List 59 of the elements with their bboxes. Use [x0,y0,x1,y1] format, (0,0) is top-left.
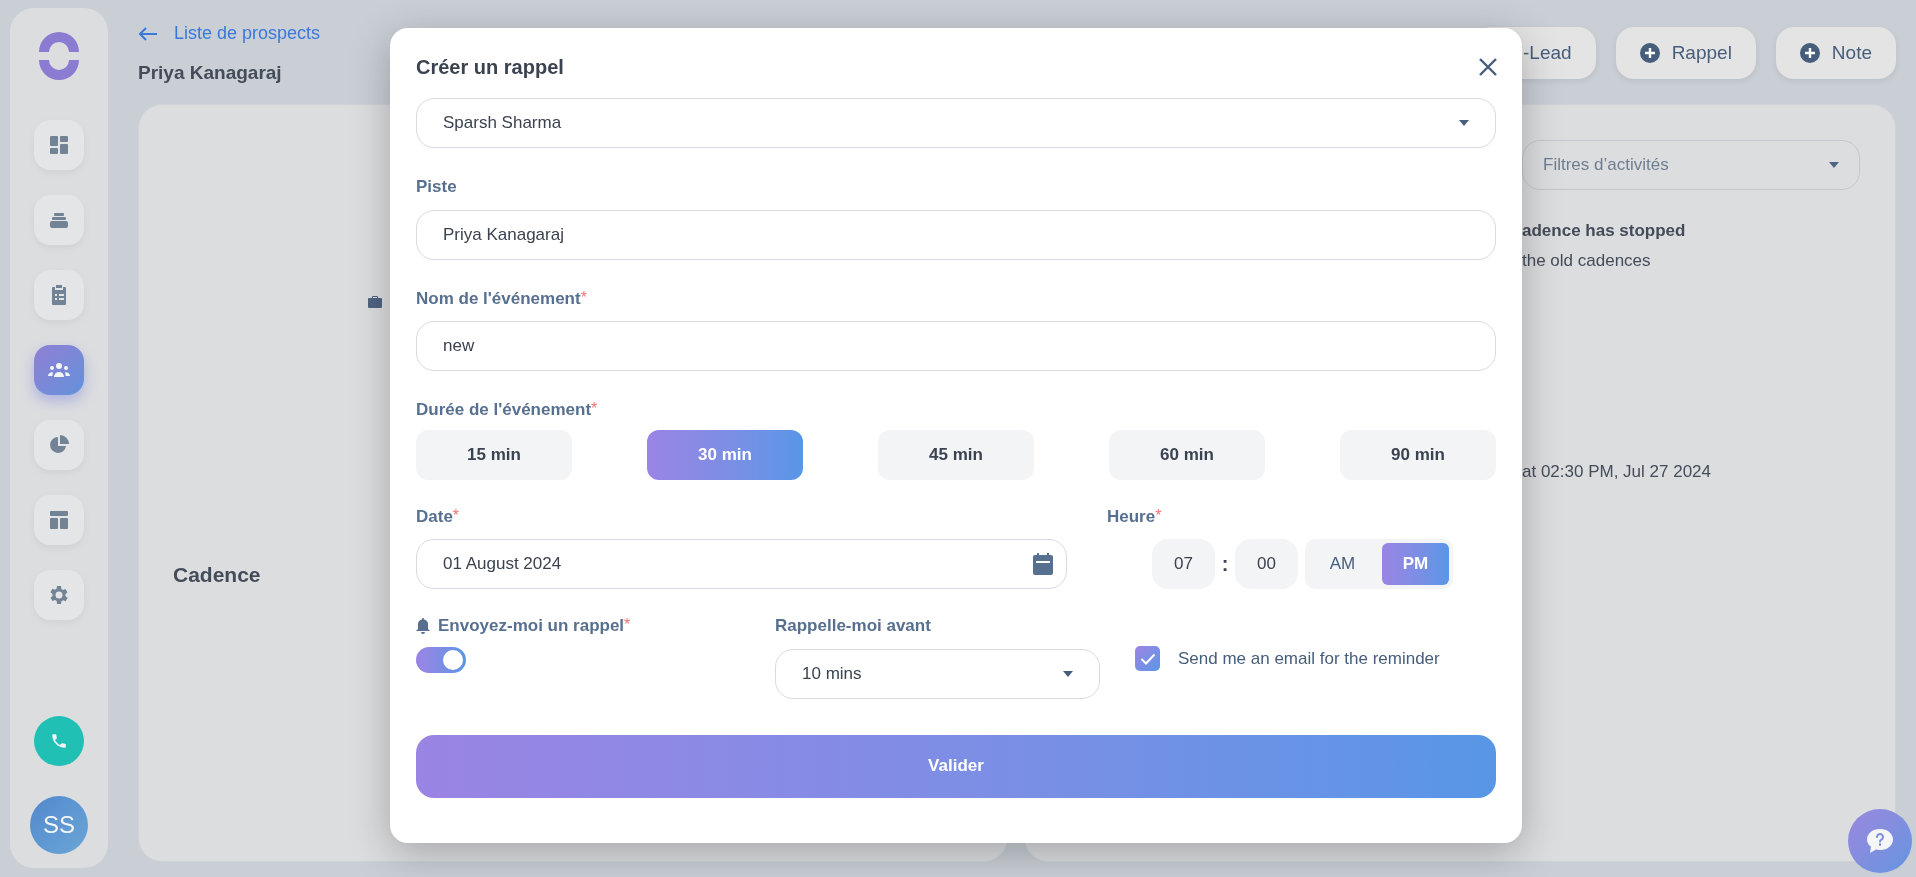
dialog-title: Créer un rappel [416,55,564,80]
checkbox-label: Send me an email for the reminder [1178,648,1440,670]
back-arrow-icon [138,26,158,41]
duration-option[interactable]: 90 min [1340,429,1496,480]
nav-icon [47,133,71,157]
field-label: Heure [1107,505,1156,528]
nav-button[interactable] [34,270,84,320]
phone-icon [50,732,68,750]
required-mark: * [1155,505,1162,526]
close-icon [1478,57,1498,77]
nav-button[interactable] [34,120,84,170]
field-label: Nom de l'événement [416,287,581,310]
required-mark: * [624,615,631,633]
required-mark: * [580,287,587,308]
text-field[interactable]: new [416,321,1496,371]
call-button[interactable] [34,716,84,766]
required-mark: * [452,505,460,526]
caret-icon [1829,161,1839,168]
field-label: Rappelle-moi avant [775,615,931,637]
user-select[interactable]: Sparsh Sharma [416,98,1496,148]
caret-icon [1063,670,1073,677]
plus-circle-icon [1799,43,1820,63]
date-field[interactable]: 01 August 2024 [416,539,1067,589]
caret-icon [1459,120,1469,126]
activity-text: adence has stopped [1522,219,1687,242]
email-checkbox[interactable] [1135,646,1160,672]
required-mark: * [591,399,598,419]
duration-option[interactable]: 60 min [1109,429,1265,480]
nav-button[interactable] [34,570,84,620]
duration-option[interactable]: 15 min [416,429,572,480]
plus-circle-icon [1639,43,1660,63]
period-option[interactable]: AM [1309,543,1376,585]
field-label: Envoyez-moi un rappel [438,615,625,637]
nav-button[interactable] [34,345,84,395]
nav-button[interactable] [34,420,84,470]
minute-field[interactable]: 00 [1235,539,1298,589]
briefcase-icon [367,294,383,309]
section-title: Cadence [173,561,261,588]
hour-field[interactable]: 07 [1152,539,1215,589]
check-icon [1139,652,1156,665]
bell-icon [416,617,430,634]
nav-button[interactable] [34,195,84,245]
nav-icon [47,508,71,532]
field-label: Date [416,505,453,528]
field-label: Piste [416,176,457,198]
reminder-toggle[interactable] [416,646,466,673]
remind-before-select[interactable]: 10 mins [775,648,1100,699]
header-button[interactable]: Note [1775,27,1896,79]
activity-text: at 02:30 PM, Jul 27 2024 [1522,460,1713,483]
nav-button[interactable] [34,495,84,545]
header-button[interactable]: Rappel [1615,27,1756,79]
duration-option[interactable]: 45 min [878,429,1034,480]
calendar-icon [1032,552,1054,576]
lead-name: Priya Kanagaraj [138,61,283,85]
help-chat-icon [1865,827,1895,855]
activity-text: the old cadences [1522,250,1652,272]
text-field[interactable]: Priya Kanagaraj [416,209,1496,260]
time-separator: : [1220,552,1230,577]
field-label: Durée de l'événement [416,399,592,421]
